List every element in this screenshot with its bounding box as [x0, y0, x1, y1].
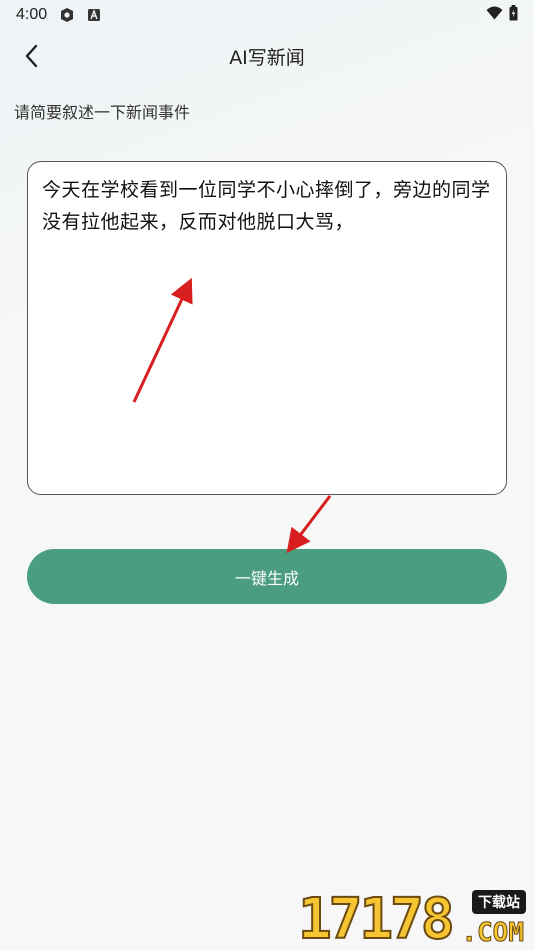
generate-button[interactable]: 一键生成 — [27, 549, 507, 604]
watermark-number: 17178 — [297, 887, 456, 950]
watermark-logo: 17178 下载站 .COM — [297, 886, 528, 950]
prompt-label: 请简要叙述一下新闻事件 — [14, 103, 191, 122]
textarea-value: 今天在学校看到一位同学不小心摔倒了，旁边的同学没有拉他起来，反而对他脱口大骂， — [42, 179, 491, 233]
watermark-suffix: .COM — [461, 918, 525, 949]
watermark-badge: 下载站 — [472, 890, 526, 914]
generate-button-label: 一键生成 — [234, 568, 299, 588]
settings-shield-icon — [59, 7, 75, 23]
chevron-left-icon — [25, 44, 38, 68]
status-bar: 4:00 — [0, 0, 534, 30]
page-title: AI写新闻 — [229, 46, 305, 69]
news-event-textarea[interactable]: 今天在学校看到一位同学不小心摔倒了，旁边的同学没有拉他起来，反而对他脱口大骂， — [27, 161, 507, 495]
back-button[interactable] — [18, 42, 46, 70]
app-bar: AI写新闻 — [0, 30, 534, 82]
annotation-arrow-button — [286, 495, 332, 554]
status-time: 4:00 — [16, 6, 48, 23]
status-right-icons — [486, 5, 518, 25]
notification-a-icon — [87, 8, 101, 22]
battery-icon — [509, 5, 518, 25]
wifi-icon — [486, 6, 503, 24]
